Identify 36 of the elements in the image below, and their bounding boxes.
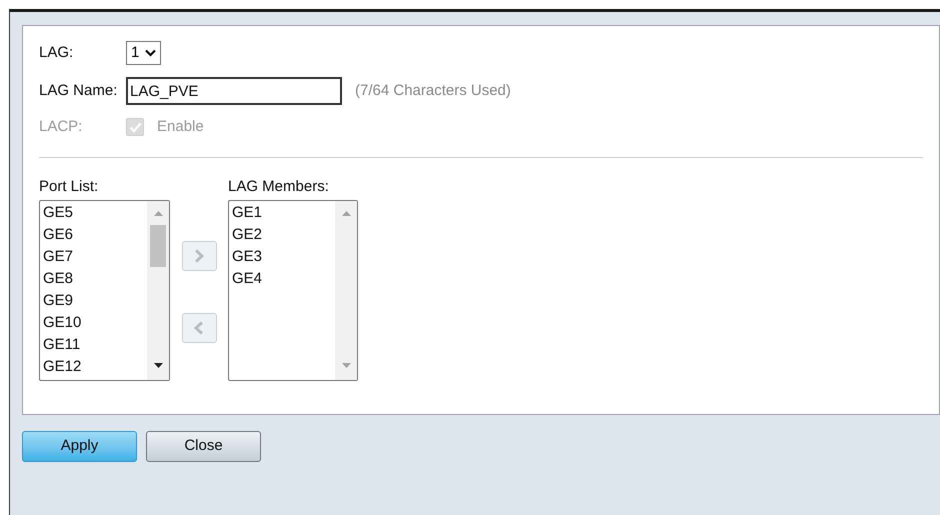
list-option[interactable]: GE1 <box>232 202 262 224</box>
list-option[interactable]: GE10 <box>43 312 82 334</box>
field-label: LAG Name: <box>39 80 118 101</box>
scroll-down-icon[interactable] <box>154 363 162 368</box>
list-option[interactable]: GE4 <box>232 268 262 290</box>
scroll-up-icon[interactable] <box>342 211 350 216</box>
list-option[interactable]: GE12 <box>43 356 82 378</box>
close-button[interactable]: Close <box>146 431 261 462</box>
field-label: LACP: <box>39 116 84 137</box>
apply-button[interactable]: Apply <box>22 431 137 462</box>
list-option[interactable]: GE5 <box>43 202 74 224</box>
list-option[interactable]: GE8 <box>43 268 74 290</box>
chevron-left-icon <box>194 321 204 335</box>
field-label: LAG: <box>39 42 74 63</box>
list-label: Port List: <box>39 177 100 197</box>
add-member-button[interactable] <box>182 241 216 271</box>
lag-name-field[interactable]: LAG_PVE <box>126 77 342 105</box>
port-listbox[interactable]: GE5 GE6 GE7 GE8 GE9 GE10 GE11 GE12 <box>39 200 170 381</box>
list-option[interactable]: GE3 <box>232 246 262 268</box>
list-option[interactable]: GE2 <box>232 224 262 246</box>
lag-select[interactable]: 1 <box>126 41 162 65</box>
character-count: (7/64 Characters Used) <box>355 80 511 101</box>
chevron-right-icon <box>194 249 204 263</box>
checkbox-label: Enable <box>157 116 204 137</box>
list-option[interactable]: GE11 <box>43 334 80 356</box>
members-listbox[interactable]: GE1 GE2 GE3 GE4 <box>228 200 358 381</box>
list-option[interactable]: GE9 <box>43 290 74 312</box>
list-label: LAG Members: <box>228 177 330 197</box>
chevron-down-icon <box>145 49 156 57</box>
scroll-thumb[interactable] <box>150 225 166 267</box>
list-option[interactable]: GE6 <box>43 224 74 246</box>
scrollbar[interactable] <box>147 201 169 380</box>
remove-member-button[interactable] <box>182 313 216 343</box>
scroll-up-icon[interactable] <box>154 211 162 216</box>
list-option[interactable]: GE7 <box>43 246 74 268</box>
scrollbar[interactable] <box>335 201 357 380</box>
